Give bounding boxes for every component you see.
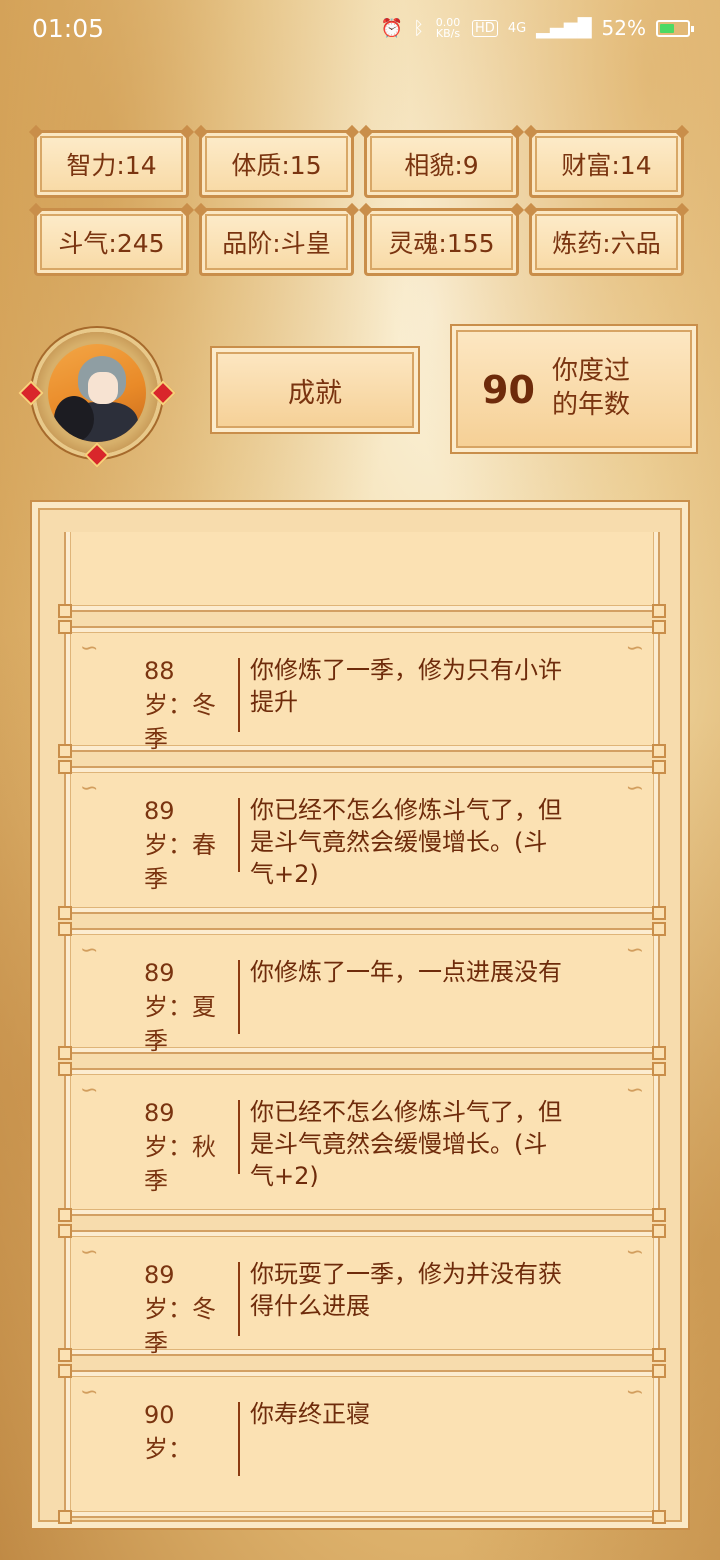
cloud-ornament-icon: ∽: [80, 1380, 99, 1405]
log-age: 90岁：: [144, 1401, 192, 1463]
corner-ornament: [652, 604, 666, 618]
avatar-face: [88, 372, 118, 404]
corner-ornament: [58, 1208, 72, 1222]
corner-ornament: [652, 1348, 666, 1362]
alarm-icon: ⏰: [380, 17, 404, 39]
corner-ornament: [652, 1208, 666, 1222]
corner-ornament: [58, 906, 72, 920]
corner-ornament: [652, 620, 666, 634]
log-age: 89岁：夏季: [144, 959, 216, 1055]
log-text: 的修炼你的灵魂修为都会大涨(灵魂+4): [250, 532, 570, 534]
status-bar: 01:05 ⏰ ᛒ 0.00 KB/s HD 4G ▂▄▆█ 52%: [0, 0, 720, 56]
avatar-image: [48, 344, 146, 442]
corner-ornament: [58, 1510, 72, 1524]
log-text: 你寿终正寝: [250, 1400, 370, 1428]
log-text: 你已经不怎么修炼斗气了，但是斗气竟然会缓慢增长。(斗气+2): [250, 796, 562, 888]
achievement-button[interactable]: 成就: [210, 346, 420, 434]
log-divider: [238, 1402, 240, 1476]
log-divider: [238, 960, 240, 1034]
stat-wealth: 财富:14: [529, 130, 684, 198]
cloud-ornament-icon: ∽: [80, 1240, 99, 1265]
cloud-ornament-icon: ∽: [80, 776, 99, 801]
corner-ornament: [58, 620, 72, 634]
signal-icon: ▂▄▆█: [536, 17, 592, 39]
status-time: 01:05: [32, 14, 105, 43]
cloud-ornament-icon: ∽: [625, 1078, 644, 1103]
hd-icon: HD: [472, 19, 498, 37]
corner-ornament: [652, 906, 666, 920]
log-divider: [238, 1262, 240, 1336]
net-speed: 0.00 KB/s: [435, 16, 461, 40]
log-age: 88岁：冬季: [144, 657, 216, 753]
log-text: 你玩耍了一季，修为并没有获得什么进展: [250, 1260, 562, 1320]
life-log-panel: ∽∽秋季的修炼你的灵魂修为都会大涨(灵魂+4) ∽ ∽ 88岁：冬季你修炼了一季，修为…: [30, 500, 690, 1530]
corner-ornament: [58, 604, 72, 618]
corner-ornament: [652, 922, 666, 936]
stat-appearance: 相貌:9: [364, 130, 519, 198]
cloud-ornament-icon: ∽: [625, 938, 644, 963]
bluetooth-icon: ᛒ: [413, 17, 425, 39]
stat-intelligence: 智力:14: [34, 130, 189, 198]
stats-grid: 智力:14 体质:15 相貌:9 财富:14 斗气:245 品阶:斗皇 灵魂:1…: [34, 130, 686, 276]
log-entry: ∽ ∽ 89岁：夏季 你修炼了一年，一点进展没有: [58, 922, 666, 1060]
corner-ornament: [58, 1062, 72, 1076]
years-label: 你度过的年数: [552, 356, 631, 420]
cloud-ornament-icon: ∽: [80, 636, 99, 661]
years-value: 90: [482, 368, 535, 412]
corner-ornament: [652, 744, 666, 758]
cloud-ornament-icon: ∽: [625, 776, 644, 801]
avatar-cat: [54, 396, 94, 442]
stat-physique: 体质:15: [199, 130, 354, 198]
stat-rank: 品阶:斗皇: [199, 208, 354, 276]
log-entry: ∽ ∽ 89岁：秋季 你已经不怎么修炼斗气了，但是斗气竟然会缓慢增长。(斗气+2): [58, 1062, 666, 1222]
corner-ornament: [652, 1364, 666, 1378]
status-icons: ⏰ ᛒ 0.00 KB/s HD 4G ▂▄▆█ 52%: [380, 16, 694, 40]
battery-icon: [656, 19, 694, 37]
stat-douqi: 斗气:245: [34, 208, 189, 276]
log-divider: [238, 798, 240, 872]
log-text: 你修炼了一年，一点进展没有: [250, 958, 562, 986]
corner-ornament: [58, 922, 72, 936]
log-age: 89岁：秋季: [144, 1099, 216, 1195]
stat-alchemy: 炼药:六品: [529, 208, 684, 276]
log-entry: ∽ ∽ 89岁：冬季 你玩耍了一季，修为并没有获得什么进展: [58, 1224, 666, 1362]
corner-ornament: [58, 1348, 72, 1362]
corner-ornament: [58, 760, 72, 774]
corner-ornament: [652, 1046, 666, 1060]
years-box: 90 你度过的年数: [450, 324, 698, 454]
battery-fill: [660, 23, 674, 33]
log-entry: ∽ ∽ 88岁：冬季 你修炼了一季，修为只有小许提升: [58, 620, 666, 758]
log-text: 你已经不怎么修炼斗气了，但是斗气竟然会缓慢增长。(斗气+2): [250, 1098, 562, 1190]
battery-tip: [691, 25, 694, 32]
network-type: 4G: [507, 20, 527, 36]
battery-percent: 52%: [601, 16, 646, 40]
log-divider: [238, 1100, 240, 1174]
stat-soul: 灵魂:155: [364, 208, 519, 276]
cloud-ornament-icon: ∽: [625, 1380, 644, 1405]
corner-ornament: [652, 760, 666, 774]
corner-ornament: [58, 1224, 72, 1238]
log-age: 89岁：冬季: [144, 1261, 216, 1357]
corner-ornament: [58, 1046, 72, 1060]
cloud-ornament-icon: ∽: [80, 938, 99, 963]
corner-ornament: [58, 1364, 72, 1378]
log-entry: ∽∽秋季的修炼你的灵魂修为都会大涨(灵魂+4): [58, 532, 666, 618]
log-text: 你修炼了一季，修为只有小许提升: [250, 656, 562, 716]
corner-ornament: [652, 1062, 666, 1076]
life-log-list: ∽∽秋季的修炼你的灵魂修为都会大涨(灵魂+4) ∽ ∽ 88岁：冬季你修炼了一季，修为…: [54, 532, 670, 1532]
log-entry: ∽ ∽ 90岁： 你寿终正寝: [58, 1364, 666, 1524]
corner-ornament: [58, 744, 72, 758]
log-divider: [238, 658, 240, 732]
life-log-scroll[interactable]: ∽∽秋季的修炼你的灵魂修为都会大涨(灵魂+4) ∽ ∽ 88岁：冬季你修炼了一季，修为…: [54, 532, 670, 1532]
cloud-ornament-icon: ∽: [625, 1240, 644, 1265]
log-entry: ∽ ∽ 89岁：春季 你已经不怎么修炼斗气了，但是斗气竟然会缓慢增长。(斗气+2): [58, 760, 666, 920]
log-age: 89岁：春季: [144, 797, 216, 893]
cloud-ornament-icon: ∽: [625, 636, 644, 661]
cloud-ornament-icon: ∽: [80, 1078, 99, 1103]
avatar[interactable]: [18, 318, 176, 468]
corner-ornament: [652, 1224, 666, 1238]
corner-ornament: [652, 1510, 666, 1524]
